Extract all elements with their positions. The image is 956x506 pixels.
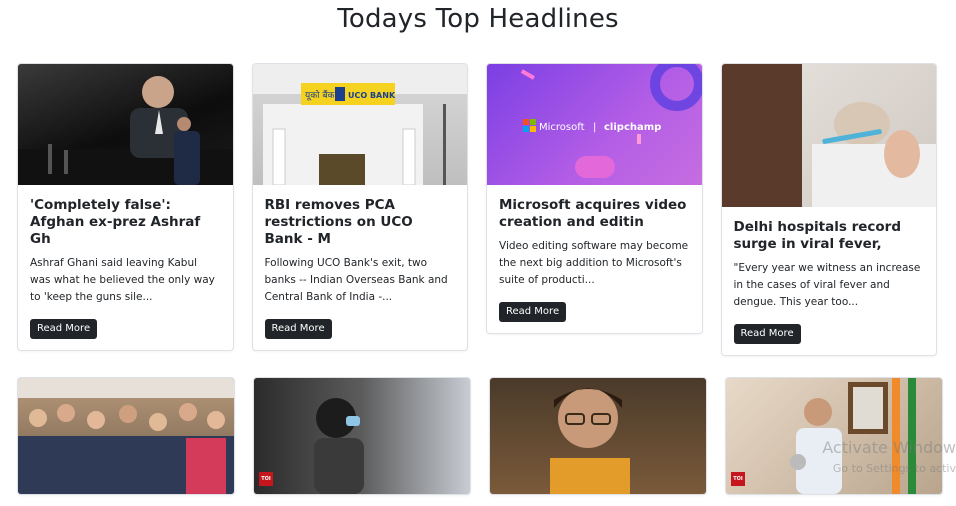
news-title: Delhi hospitals record surge in viral fe… [733, 219, 901, 252]
read-more-button[interactable]: Read More [499, 302, 567, 322]
news-card: 'Completely false': Afghan ex-prez Ashra… [17, 63, 234, 351]
activate-windows-watermark: Activate Window [822, 438, 956, 457]
news-title: RBI removes PCA restrictions on UCO Bank… [264, 197, 413, 247]
microsoft-wordmark: Microsoft [539, 122, 585, 133]
logo-separator: | [593, 122, 596, 133]
news-card: Microsoft | clipchamp Microsoft acquires… [486, 63, 703, 334]
news-image [18, 378, 234, 494]
news-description: "Every year we witness an increase in th… [733, 262, 921, 308]
news-card: TOI [725, 377, 943, 495]
headlines-row-1: 'Completely false': Afghan ex-prez Ashra… [17, 63, 937, 356]
headlines-row-2: TOI TOI [17, 377, 943, 495]
news-card: TOI [253, 377, 471, 495]
news-image [18, 64, 233, 185]
read-more-button[interactable]: Read More [733, 324, 801, 344]
read-more-button[interactable]: Read More [30, 319, 98, 339]
news-card [17, 377, 235, 495]
news-title: Microsoft acquires video creation and ed… [499, 197, 687, 230]
toi-badge: TOI [731, 472, 745, 486]
news-card [489, 377, 707, 495]
news-image [490, 378, 706, 494]
news-title: 'Completely false': Afghan ex-prez Ashra… [30, 197, 201, 247]
page-title: Todays Top Headlines [337, 4, 619, 34]
news-image: TOI [726, 378, 942, 494]
news-card: Delhi hospitals record surge in viral fe… [720, 63, 937, 356]
activate-windows-hint: Go to Settings to activ [832, 462, 956, 475]
news-card: यूको बैंक UCO BANK RBI removes PCA restr… [251, 63, 468, 351]
news-description: Video editing software may become the ne… [499, 240, 689, 286]
news-image [721, 64, 937, 207]
news-description: Following UCO Bank's exit, two banks -- … [264, 257, 448, 303]
news-image: यूको बैंक UCO BANK [252, 64, 468, 185]
news-description: Ashraf Ghani said leaving Kabul was what… [30, 257, 215, 303]
news-image: TOI [254, 378, 470, 494]
bank-sign-left: यूको बैंक [305, 89, 335, 101]
headlines-grid: 'Completely false': Afghan ex-prez Ashra… [17, 63, 943, 495]
read-more-button[interactable]: Read More [264, 319, 332, 339]
news-image: Microsoft | clipchamp [487, 64, 702, 185]
clipchamp-wordmark: clipchamp [604, 122, 661, 133]
toi-badge: TOI [259, 472, 273, 486]
bank-sign-right: UCO BANK [348, 91, 396, 100]
